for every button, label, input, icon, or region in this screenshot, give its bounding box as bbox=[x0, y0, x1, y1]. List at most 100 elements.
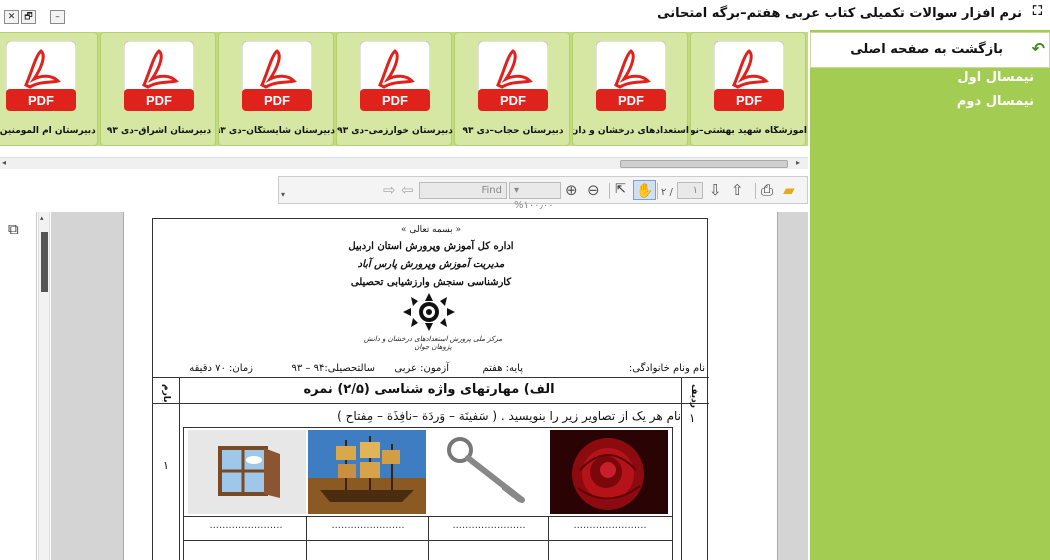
minimize-button[interactable]: – bbox=[50, 10, 65, 24]
zoom-out-icon[interactable]: ⊖ bbox=[587, 180, 600, 200]
sidebar: بازگشت به صفحه اصلی ↶ نیمسال اول نیمسال … bbox=[810, 30, 1050, 560]
pdf-file-caption: دبیرستان خوارزمی–دی ۹۳ bbox=[337, 126, 453, 136]
zoom-in-icon[interactable]: ⊕ bbox=[565, 180, 578, 200]
pdf-strip: PDF آموزشگاه شهید بهشتی–نوه... PDF استعداده… bbox=[0, 32, 808, 146]
pdf-strip-scrollbar[interactable]: ◂ ▸ bbox=[0, 157, 808, 169]
exam-sheet: « بسمه تعالی » اداره کل آموزش وپرورش است… bbox=[152, 218, 709, 560]
sidebar-item-semester-1[interactable]: نیمسال اول bbox=[957, 70, 1034, 85]
question-score: ۱ bbox=[163, 459, 169, 472]
select-tool-icon[interactable]: ⇱ bbox=[615, 180, 626, 200]
pdf-file-icon: PDF bbox=[360, 41, 430, 111]
find-input[interactable]: Find bbox=[419, 182, 507, 199]
page-number-input[interactable]: ۱ bbox=[677, 182, 703, 199]
scroll-left-icon[interactable]: ◂ bbox=[2, 158, 6, 167]
zoom-value: %۱۰۰٫۰۰ bbox=[514, 200, 554, 211]
table-divider bbox=[428, 516, 429, 560]
bismillah: « بسمه تعالی » bbox=[401, 225, 461, 235]
pdf-toolbar: ▾ ⇨ ⇦ Find ▾ %۱۰۰٫۰۰ ⊕ ⊖ ⇱ ✋ ۲ / ۱ ⇩ ⇧ ⎙… bbox=[278, 176, 808, 211]
row-column-divider bbox=[681, 378, 682, 560]
ship-image bbox=[308, 430, 426, 514]
answer-blank[interactable]: ....................... bbox=[430, 520, 548, 540]
pdf-file-caption: آموزشگاه شهید بهشتی–نوه... bbox=[691, 126, 807, 136]
pdf-file-caption: دبیرستان اشراق–دی ۹۳ bbox=[106, 126, 212, 136]
pdf-file-item[interactable]: PDF دبیرستان خوارزمی–دی ۹۳ bbox=[336, 32, 453, 146]
app-icon: ⛶ bbox=[1032, 4, 1042, 19]
org-line-2: مدیریت آموزش وپرورش پارس آباد bbox=[357, 259, 505, 270]
pdf-badge-label: PDF bbox=[264, 93, 290, 108]
pdf-file-item[interactable]: PDF دبیرستان حجاب–دی ۹۳ bbox=[454, 32, 570, 146]
answer-blank[interactable]: ....................... bbox=[186, 520, 306, 540]
down-arrow-icon[interactable]: ⇩ bbox=[709, 180, 722, 200]
pdf-file-icon: PDF bbox=[242, 41, 312, 111]
document-page: « بسمه تعالی » اداره کل آموزش وپرورش است… bbox=[123, 212, 778, 560]
pdf-file-item[interactable]: PDF استعدادهای درخشان و دان... bbox=[572, 32, 689, 146]
toolbar-separator bbox=[755, 183, 756, 199]
zoom-select[interactable]: ▾ %۱۰۰٫۰۰ bbox=[509, 182, 561, 211]
scrollbar-thumb[interactable] bbox=[41, 232, 48, 292]
back-label: بازگشت به صفحه اصلی bbox=[850, 42, 1003, 57]
back-to-home-button[interactable]: بازگشت به صفحه اصلی ↶ bbox=[810, 32, 1050, 68]
school-year-label: سالتحصیلی:۹۴ – ۹۳ bbox=[291, 363, 375, 374]
org-line-3: کارشناسی سنجش وارزشیابی تحصیلی bbox=[350, 277, 512, 288]
pdf-badge-label: PDF bbox=[146, 93, 172, 108]
pdf-badge-label: PDF bbox=[382, 93, 408, 108]
close-button[interactable]: ✕ bbox=[4, 10, 19, 24]
print-icon[interactable]: ⎙ bbox=[761, 180, 773, 200]
window-image bbox=[188, 430, 306, 514]
row-column-header: ردیف bbox=[689, 384, 699, 408]
student-name-label: نام ونام خانوادگی: bbox=[628, 363, 705, 374]
window-title: نرم افزار سوالات تکمیلی کتاب عربی هفتم–ب… bbox=[657, 6, 1022, 21]
pdf-file-item[interactable]: PDF دبیرستان شایستگان–دی ۹۳ bbox=[218, 32, 335, 146]
table-divider bbox=[548, 516, 549, 560]
sidebar-item-semester-2[interactable]: نیمسال دوم bbox=[957, 94, 1034, 109]
pdf-file-item[interactable]: PDF آموزشگاه شهید بهشتی–نوه... bbox=[690, 32, 807, 146]
table-divider bbox=[306, 516, 307, 560]
grade-label: پایه: هفتم bbox=[482, 363, 523, 374]
pdf-file-caption: استعدادهای درخشان و دان... bbox=[573, 126, 689, 136]
pdf-badge-label: PDF bbox=[736, 93, 762, 108]
pdf-file-caption: دبیرستان حجاب–دی ۹۳ bbox=[462, 126, 564, 136]
pdf-badge-label: PDF bbox=[500, 93, 526, 108]
prev-result-icon[interactable]: ⇦ bbox=[401, 180, 414, 200]
title-bar: ✕ 🗗 – نرم افزار سوالات تکمیلی کتاب عربی … bbox=[0, 0, 1050, 30]
rose-image bbox=[550, 430, 668, 514]
pdf-file-icon: PDF bbox=[714, 41, 784, 111]
answer-blank[interactable]: ....................... bbox=[308, 520, 428, 540]
exam-label: آزمون: عربی bbox=[394, 363, 449, 374]
scroll-up-icon[interactable]: ▴ bbox=[40, 214, 44, 222]
page-total: ۲ / bbox=[661, 187, 673, 198]
pdf-file-item[interactable]: PDF دبیرستان اشراق–دی ۹۳ bbox=[100, 32, 216, 146]
pages-panel-icon[interactable]: ⧉ bbox=[8, 220, 19, 238]
pdf-file-caption: دبیرستان شایستگان–دی ۹۳ bbox=[219, 126, 335, 136]
question-number: ۱ bbox=[689, 411, 696, 425]
section-title: الف) مهارتهای واژه شناسی (۲/۵) نمره bbox=[303, 382, 555, 397]
logo-caption: مرکز ملی پرورش استعدادهای درخشان و دانش … bbox=[363, 335, 503, 351]
pdf-file-icon: PDF bbox=[596, 41, 666, 111]
image-answer-table: ....................... ................… bbox=[183, 427, 673, 560]
pdf-file-item[interactable]: PDF دبیرستان ام المومنین–نو bbox=[0, 32, 98, 146]
score-column-header: بارم bbox=[161, 384, 171, 403]
pdf-file-icon: PDF bbox=[6, 41, 76, 111]
scrollbar-thumb[interactable] bbox=[620, 160, 788, 168]
up-arrow-icon[interactable]: ⇧ bbox=[731, 180, 744, 200]
next-result-icon[interactable]: ⇨ bbox=[383, 180, 396, 200]
exam-time-label: زمان: ۷۰ دقیقه bbox=[189, 363, 253, 374]
document-viewer: « بسمه تعالی » اداره کل آموزش وپرورش است… bbox=[51, 212, 808, 560]
pdf-badge-label: PDF bbox=[28, 93, 54, 108]
score-column-divider bbox=[179, 378, 180, 560]
toolbar-separator bbox=[657, 183, 658, 199]
pdf-file-caption: دبیرستان ام المومنین–نو bbox=[0, 126, 96, 136]
answer-blank[interactable]: ....................... bbox=[550, 520, 670, 540]
hand-tool-icon[interactable]: ✋ bbox=[633, 180, 657, 200]
pdf-badge-label: PDF bbox=[618, 93, 644, 108]
restore-button[interactable]: 🗗 bbox=[21, 10, 36, 24]
toolbar-menu-icon[interactable]: ▾ bbox=[281, 185, 285, 205]
question-text: نام هر یک از تصاویر زیر را بنویسید . ( س… bbox=[337, 409, 681, 423]
document-scrollbar[interactable]: ▴ bbox=[38, 212, 50, 560]
student-info-row: نام ونام خانوادگی: پایه: هفتم آزمون: عرب… bbox=[153, 360, 709, 378]
folder-icon[interactable]: ▰ bbox=[783, 180, 795, 200]
toolbar-separator bbox=[609, 183, 610, 199]
pdf-file-icon: PDF bbox=[478, 41, 548, 111]
thumbnail-panel: ⧉ bbox=[0, 212, 37, 560]
scroll-right-icon[interactable]: ▸ bbox=[796, 158, 800, 167]
